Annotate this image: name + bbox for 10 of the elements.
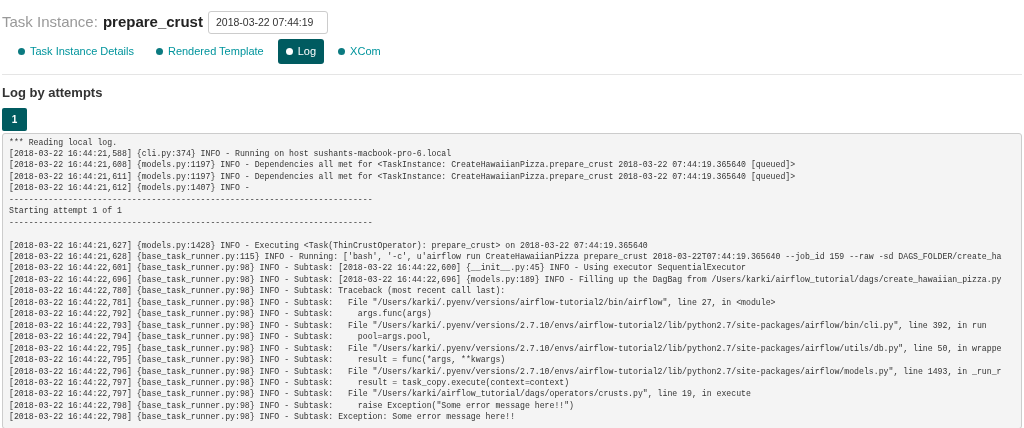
log-text: *** Reading local log. [2018-03-22 16:44:21,588] {cli.py:374} INFO - Running on host sushants-macbook-pro-6.local [2018-03-22 16:44:21,608] {models.py:1197} INFO - Dependencies all met for <TaskInstance: CreateHawaiianPizza.prepare_crust 2018-03-22 07:44:19.365640 [queued]> [2018-03-22 16:44:21,611] {models.py:1197} INFO - Dependencies all met for <TaskInstance: CreateHawaiianPizza.prepare_crust 2018-03-22 07:44:19.365640 [queued]> [2018-03-22 16:44:21,612] {models.py:1407} INFO - -------------------------------------------------------------------------- Starting attempt 1 of 1 -------------------------------------------------------------------------- [2018-03-22 16:44:21,627] {models.py:1428} INFO - Executing <Task(ThinCrustOperator): prepare_crust> on 2018-03-22 07:44:19.365640 [2018-03-22 16:44:21,628] {base_task_runner.py:115} INFO - Running: ['bash', '-c', u'airflow run CreateHawaiianPizza prepare_crust 2018-03-22T07:44:19.365640 --job_id 159 --raw -sd DAGS_FOLDER/create_ha [2018-03-22 16:44:22,601] {base_task_runner.py:98} INFO - Subtask: [2018-03-22 16:44:22,600] {__init__.py:45} INFO - Using executor SequentialExecutor [2018-03-22 16:44:22,696] {base_task_runner.py:98} INFO - Subtask: [2018-03-22 16:44:22,696] {models.py:189} INFO - Filling up the DagBag from /Users/karki/airflow_tutorial/dags/create_hawaiian_pizza.py [2018-03-22 16:44:22,780] {base_task_runner.py:98} INFO - Subtask: Traceback (most recent call last): [2018-03-22 16:44:22,781] {base_task_runner.py:98} INFO - Subtask: File "/Users/karki/.pyenv/versions/airflow-tutorial2/bin/airflow", line 27, in <module> [2018-03-22 16:44:22,792] {base_task_runner.py:98} INFO - Subtask: args.func(args) [2018-03-22 16:44:22,793] {base_task_runner.py:98} INFO - Subtask: File "/Users/karki/.pyenv/versions/2.7.10/envs/airflow-tutorial2/lib/python2.7/site-packages/airflow/bin/cli.py", line 392, in run [2018-03-22 16:44:22,794] {base_task_runner.py:98} INFO - Subtask: pool=args.pool, [2018-03-22 16:44:22,795] {base_task_runner.py:98} INFO - Subtask: File "/Users/karki/.pyenv/versions/2.7.10/envs/airflow-tutorial2/lib/python2.7/site-packages/airflow/utils/db.py", line 50, in wrappe [2018-03-22 16:44:22,795] {base_task_runner.py:98} INFO - Subtask: result = func(*args, **kwargs) [2018-03-22 16:44:22,796] {base_task_runner.py:98} INFO - Subtask: File "/Users/karki/.pyenv/versions/2.7.10/envs/airflow-tutorial2/lib/python2.7/site-packages/airflow/models.py", line 1493, in _run_r [2018-03-22 16:44:22,797] {base_task_runner.py:98} INFO - Subtask: result = task_copy.execute(context=context) [2018-03-22 16:44:22,797] {base_task_runner.py:98} INFO - Subtask: File "/Users/karki/airflow_tutorial/dags/operators/crusts.py", line 19, in execute [2018-03-22 16:44:22,798] {base_task_runner.py:98} INFO - Subtask: raise Exception("Some error message here!!") [2018-03-22 16:44:22,798] {base_task_runner.py:98} INFO - Subtask: Exception: Some error message here!! — [9, 136, 1002, 423]
attempt-button[interactable]: 1 — [2, 107, 27, 131]
section-title: Log by attempts — [2, 84, 104, 102]
page-label: Task Instance: — [2, 11, 98, 32]
nav-tab[interactable]: XCom — [330, 38, 389, 64]
nav-tab[interactable]: Task Instance Details — [10, 38, 142, 64]
nav-tab[interactable]: Rendered Template — [147, 38, 272, 64]
execution-date-field[interactable]: 2018-03-22 07:44:19 — [207, 10, 328, 34]
task-name: prepare_crust — [102, 11, 203, 32]
nav-tab[interactable]: Log — [277, 38, 325, 64]
